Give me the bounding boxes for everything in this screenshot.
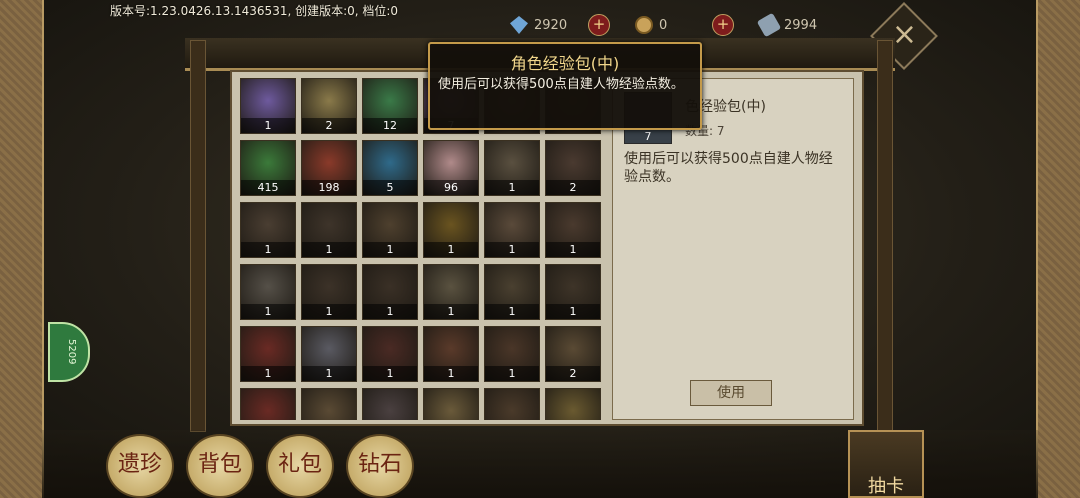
- scroll-icon: [756, 12, 782, 38]
- item-count: 1: [363, 304, 417, 319]
- item-slot[interactable]: 1: [240, 264, 296, 320]
- item-count: 5: [363, 180, 417, 195]
- item-count: 1: [241, 366, 295, 381]
- resource-scroll: 2994: [756, 12, 817, 38]
- item-slot[interactable]: 1: [240, 78, 296, 134]
- item-slot[interactable]: 198: [301, 140, 357, 196]
- item-slot[interactable]: 2: [545, 326, 601, 382]
- item-count: 2: [546, 180, 600, 195]
- right-border: [1036, 0, 1080, 498]
- scroll-pole-right: [877, 40, 893, 432]
- item-count: 1: [241, 118, 295, 133]
- tab-diamond[interactable]: 钻石: [346, 434, 414, 498]
- item-slot[interactable]: 1: [423, 264, 479, 320]
- item-slot[interactable]: 1: [484, 264, 540, 320]
- item-count: 1: [363, 242, 417, 257]
- item-count: 1: [424, 304, 478, 319]
- item-slot[interactable]: [301, 388, 357, 420]
- item-count: 2: [302, 118, 356, 133]
- item-slot[interactable]: 415: [240, 140, 296, 196]
- item-slot[interactable]: 2: [545, 140, 601, 196]
- tooltip-description: 使用后可以获得500点自建人物经验点数。: [438, 77, 684, 92]
- scroll-pole-left: [190, 40, 206, 432]
- item-slot[interactable]: 1: [545, 202, 601, 258]
- item-slot[interactable]: 1: [545, 264, 601, 320]
- item-count: 1: [485, 304, 539, 319]
- coin-icon: [635, 16, 653, 34]
- item-slot[interactable]: 1: [484, 326, 540, 382]
- item-slot[interactable]: 1: [362, 326, 418, 382]
- tab-gift-pack[interactable]: 礼包: [266, 434, 334, 498]
- item-count: 1: [424, 242, 478, 257]
- item-slot[interactable]: 96: [423, 140, 479, 196]
- item-slot[interactable]: 1: [423, 202, 479, 258]
- item-count: 1: [546, 304, 600, 319]
- tab-backpack[interactable]: 背包: [186, 434, 254, 498]
- item-tooltip: 角色经验包(中) 使用后可以获得500点自建人物经验点数。: [428, 42, 702, 130]
- item-slot[interactable]: 12: [362, 78, 418, 134]
- item-slot[interactable]: [545, 388, 601, 420]
- item-slot[interactable]: 1: [484, 140, 540, 196]
- item-slot[interactable]: 1: [362, 202, 418, 258]
- item-slot[interactable]: 1: [301, 326, 357, 382]
- add-coin-button[interactable]: +: [712, 14, 734, 36]
- item-count: 1: [302, 366, 356, 381]
- item-slot[interactable]: 1: [301, 264, 357, 320]
- item-slot[interactable]: 2: [301, 78, 357, 134]
- add-diamond-button[interactable]: +: [588, 14, 610, 36]
- item-slot[interactable]: [423, 388, 479, 420]
- close-icon: ×: [892, 17, 918, 53]
- item-count: 198: [302, 180, 356, 195]
- version-info: 版本号:1.23.0426.13.1436531, 创建版本:0, 档位:0: [110, 4, 399, 18]
- item-slot[interactable]: 1: [301, 202, 357, 258]
- item-count: 96: [424, 180, 478, 195]
- diamond-icon: [510, 16, 528, 34]
- item-count: 1: [302, 242, 356, 257]
- item-count: 1: [424, 366, 478, 381]
- item-slot[interactable]: [362, 388, 418, 420]
- item-slot[interactable]: 5: [362, 140, 418, 196]
- item-slot[interactable]: 1: [240, 326, 296, 382]
- item-slot[interactable]: 1: [484, 202, 540, 258]
- use-button[interactable]: 使用: [690, 380, 772, 406]
- resource-coin: 0: [635, 13, 667, 37]
- tooltip-title: 角色经验包(中): [510, 54, 620, 73]
- item-count: 1: [241, 242, 295, 257]
- left-border: [0, 0, 44, 498]
- item-count: 12: [363, 118, 417, 133]
- item-count: 1: [363, 366, 417, 381]
- item-count: 1: [302, 304, 356, 319]
- item-slot[interactable]: 1: [240, 202, 296, 258]
- item-count: 1: [546, 242, 600, 257]
- item-count: 415: [241, 180, 295, 195]
- item-count: 2: [546, 366, 600, 381]
- tab-relics[interactable]: 遗珍: [106, 434, 174, 498]
- item-count: 1: [485, 242, 539, 257]
- item-slot[interactable]: 1: [362, 264, 418, 320]
- item-slot[interactable]: [484, 388, 540, 420]
- item-count: 1: [485, 366, 539, 381]
- resource-diamond: 2920: [510, 13, 567, 37]
- item-count: 1: [485, 180, 539, 195]
- item-slot[interactable]: 1: [423, 326, 479, 382]
- detail-item-description: 使用后可以获得500点自建人物经验点数。: [624, 151, 833, 185]
- draw-card-button[interactable]: 抽卡: [848, 430, 924, 498]
- item-count: 1: [241, 304, 295, 319]
- item-slot[interactable]: [240, 388, 296, 420]
